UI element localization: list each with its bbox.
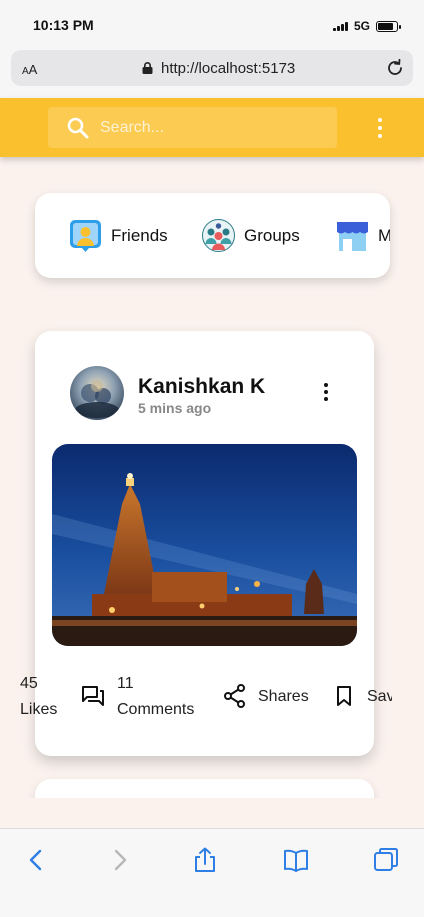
status-icons: 5G [332,19,401,33]
app-header [0,98,424,157]
battery-icon [376,20,401,32]
save-label[interactable]: Save [367,684,392,710]
address-bar[interactable]: AA http://localhost:5173 [11,50,413,86]
comments-label: Comments [117,701,195,718]
share-icon[interactable] [224,684,246,708]
comments-icon[interactable] [81,684,105,708]
avatar[interactable] [70,366,124,420]
likes-action[interactable]: 45 Likes [20,671,57,723]
text-size-button[interactable]: AA [22,62,37,77]
shortcut-groups[interactable]: Groups [202,219,300,252]
shortcut-label: Marketplace [378,225,390,245]
status-time: 10:13 PM [33,17,94,33]
post-more-icon[interactable] [322,383,330,401]
share-sheet-icon[interactable] [192,847,218,873]
url-text[interactable]: http://localhost:5173 [161,60,295,77]
post-image[interactable] [52,444,357,646]
back-icon[interactable] [24,847,50,873]
post-actions: 45 Likes 11 Comments Shares Save [0,663,424,733]
post-time: 5 mins ago [138,400,212,416]
header-more-icon[interactable] [374,118,386,138]
comments-count: 11 [117,675,134,692]
shortcut-marketplace[interactable]: Marketplace [336,219,390,252]
status-bar: 10:13 PM 5G [0,0,424,46]
shortcut-label: Groups [244,225,300,245]
likes-label: Likes [20,701,58,718]
likes-count: 45 [20,675,38,692]
marketplace-icon [337,222,368,251]
post-author[interactable]: Kanishkan K [138,375,265,399]
bookmarks-icon[interactable] [283,847,309,873]
friends-icon [70,220,101,252]
search-input[interactable] [100,107,330,148]
tabs-icon[interactable] [373,847,399,873]
comments-action[interactable]: 11 Comments [117,671,194,723]
search-icon [67,117,89,139]
shares-label[interactable]: Shares [258,684,309,710]
network-type: 5G [353,19,370,33]
search-box[interactable] [48,107,337,148]
reload-icon[interactable] [385,58,405,78]
browser-toolbar [0,828,424,917]
cellular-signal-icon [332,21,348,31]
browser-address-row: AA http://localhost:5173 [0,46,424,98]
page-bottom [0,798,424,828]
shortcut-label: Friends [111,225,168,245]
shortcuts-card: Friends Groups Marketplace [35,193,390,278]
lock-icon [142,62,153,74]
forward-icon[interactable] [106,847,132,873]
bookmark-icon[interactable] [336,685,352,707]
shortcut-friends[interactable]: Friends [69,219,168,252]
groups-icon [202,219,235,252]
